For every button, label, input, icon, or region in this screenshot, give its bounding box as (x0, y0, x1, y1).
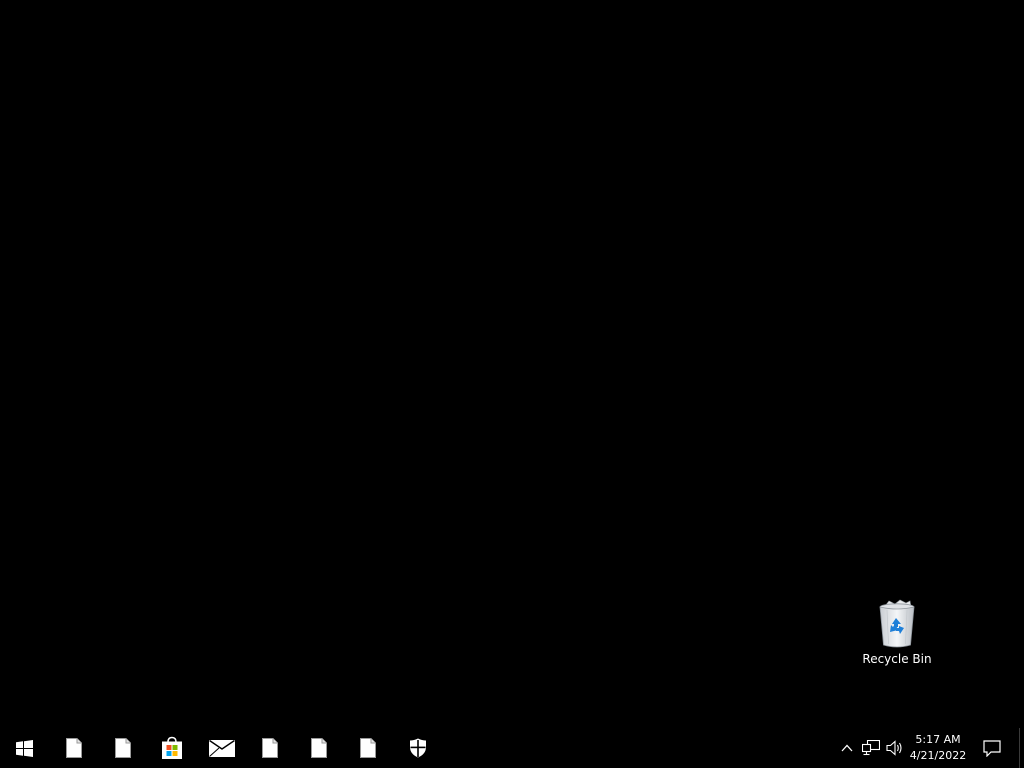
action-center-button[interactable] (978, 728, 1006, 768)
desktop[interactable]: Recycle Bin (0, 0, 1024, 728)
show-hidden-icons-button[interactable] (836, 728, 858, 768)
network-icon (862, 740, 880, 756)
taskbar-app-6-button[interactable] (295, 728, 343, 768)
action-center-icon (983, 739, 1001, 757)
taskbar-mail-button[interactable] (198, 728, 246, 768)
blank-document-icon (360, 738, 376, 758)
blank-document-icon (262, 738, 278, 758)
mail-icon (209, 739, 235, 757)
taskbar-app-1-button[interactable] (50, 728, 98, 768)
taskbar-security-button[interactable] (394, 728, 442, 768)
recycle-bin-shortcut[interactable]: Recycle Bin (857, 598, 937, 672)
taskbar-store-button[interactable] (148, 728, 196, 768)
taskbar-app-7-button[interactable] (344, 728, 392, 768)
chevron-up-icon (841, 744, 853, 752)
volume-button[interactable] (884, 728, 906, 768)
blank-document-icon (115, 738, 131, 758)
start-button[interactable] (0, 728, 48, 768)
windows-logo-icon (15, 739, 33, 757)
taskbar-app-5-button[interactable] (246, 728, 294, 768)
clock-date: 4/21/2022 (909, 749, 967, 762)
blank-document-icon (311, 738, 327, 758)
volume-icon (886, 740, 902, 756)
taskbar-app-2-button[interactable] (99, 728, 147, 768)
network-button[interactable] (860, 728, 882, 768)
taskbar: 5:17 AM 4/21/2022 (0, 728, 1024, 768)
show-desktop-button[interactable] (1019, 728, 1024, 768)
recycle-bin-icon (879, 599, 915, 648)
shield-icon (410, 738, 426, 758)
clock-button[interactable]: 5:17 AM 4/21/2022 (904, 728, 972, 768)
blank-document-icon (66, 738, 82, 758)
recycle-bin-label: Recycle Bin (862, 652, 932, 666)
clock-time: 5:17 AM (915, 733, 961, 746)
microsoft-store-icon (162, 736, 182, 759)
